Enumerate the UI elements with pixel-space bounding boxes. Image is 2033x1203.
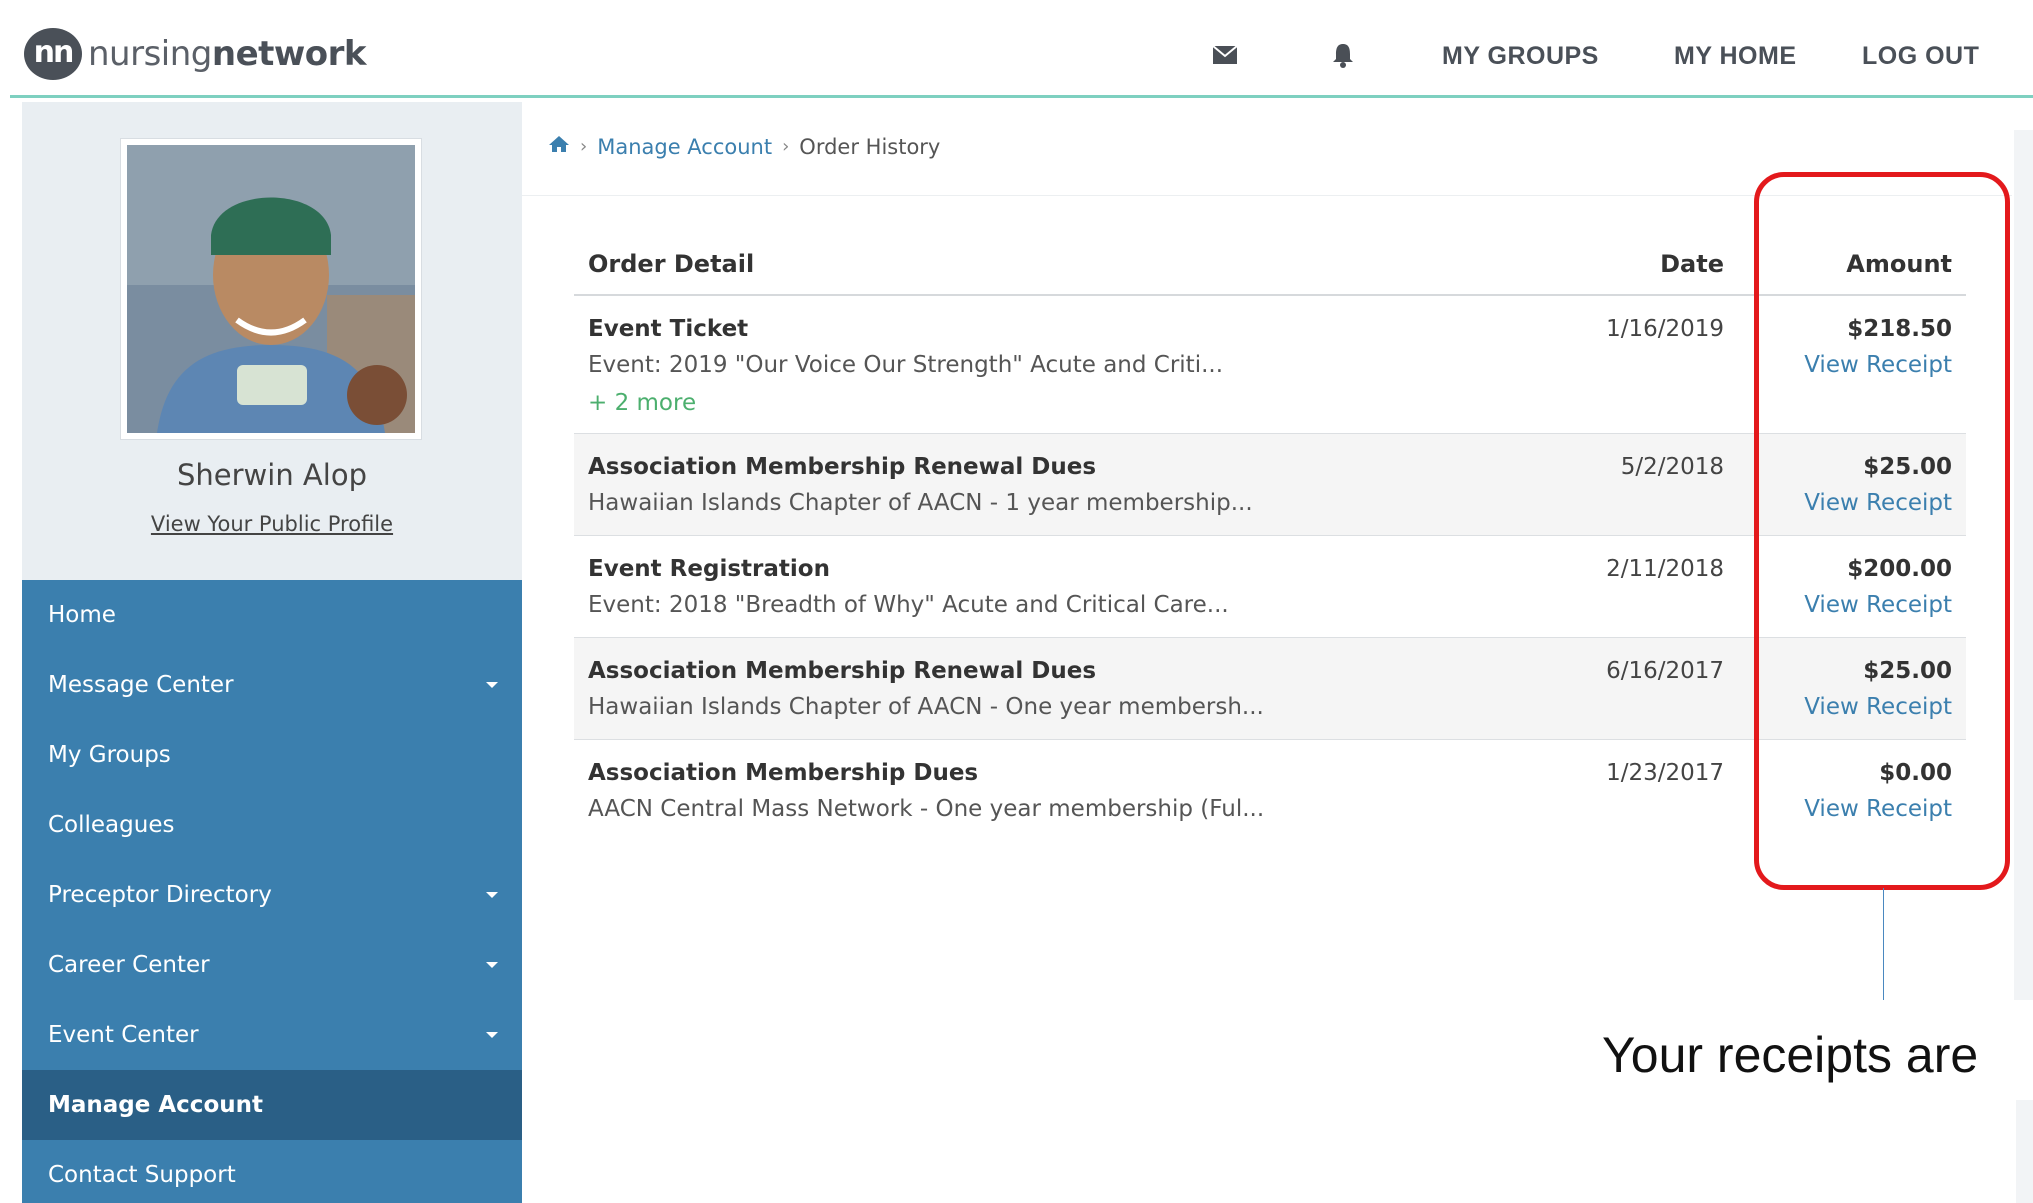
header-order-detail: Order Detail <box>588 250 755 278</box>
sidebar: Sherwin Alop View Your Public Profile Ho… <box>22 102 522 1203</box>
home-icon[interactable] <box>548 134 570 159</box>
sidebar-item-label: Message Center <box>48 672 234 698</box>
logo-text-light: nursing <box>88 34 212 74</box>
sidebar-item-message-center[interactable]: Message Center <box>22 650 522 720</box>
sidebar-item-preceptor-directory[interactable]: Preceptor Directory <box>22 860 522 930</box>
sidebar-item-label: Career Center <box>48 952 210 978</box>
breadcrumb: › Manage Account › Order History <box>548 134 940 159</box>
top-header: nn nursingnetwork MY GROUPS MY HOME LOG … <box>10 6 2033 98</box>
sidebar-item-home[interactable]: Home <box>22 580 522 650</box>
order-title: Association Membership Dues <box>588 760 979 786</box>
right-panel-edge <box>2014 130 2033 1000</box>
order-title: Association Membership Renewal Dues <box>588 658 1097 684</box>
chevron-down-icon[interactable] <box>486 1032 498 1038</box>
sidebar-item-label: Event Center <box>48 1022 199 1048</box>
order-date: 5/2/2018 <box>1620 454 1724 480</box>
chevron-down-icon[interactable] <box>486 682 498 688</box>
sidebar-item-label: Contact Support <box>48 1162 236 1188</box>
callout-line <box>1883 888 1884 1000</box>
nav-log-out[interactable]: LOG OUT <box>1862 42 1979 71</box>
sidebar-menu: Home Message Center My Groups Colleagues… <box>22 580 522 1203</box>
order-desc: Event: 2018 "Breadth of Why" Acute and C… <box>588 592 1229 618</box>
order-date: 1/23/2017 <box>1606 760 1724 786</box>
order-desc: Hawaiian Islands Chapter of AACN - 1 yea… <box>588 490 1253 516</box>
order-date: 1/16/2019 <box>1606 316 1724 342</box>
sidebar-item-label: Home <box>48 602 116 628</box>
sidebar-item-contact-support[interactable]: Contact Support <box>22 1140 522 1203</box>
sidebar-item-career-center[interactable]: Career Center <box>22 930 522 1000</box>
envelope-icon[interactable] <box>1210 42 1240 68</box>
profile-name: Sherwin Alop <box>177 458 367 492</box>
avatar <box>127 145 415 433</box>
avatar-frame[interactable] <box>120 138 422 440</box>
order-date: 6/16/2017 <box>1606 658 1724 684</box>
breadcrumb-separator: › <box>782 136 790 157</box>
right-panel-edge-lower <box>2016 1100 2033 1203</box>
view-public-profile-link[interactable]: View Your Public Profile <box>22 512 522 536</box>
logo-text-bold: network <box>211 34 367 74</box>
order-title: Association Membership Renewal Dues <box>588 454 1097 480</box>
nav-my-home[interactable]: MY HOME <box>1674 42 1797 71</box>
sidebar-item-manage-account[interactable]: Manage Account <box>22 1070 522 1140</box>
brand-logo[interactable]: nn nursingnetwork <box>24 28 367 80</box>
order-desc: Hawaiian Islands Chapter of AACN - One y… <box>588 694 1264 720</box>
bell-icon[interactable] <box>1328 42 1358 68</box>
sidebar-item-colleagues[interactable]: Colleagues <box>22 790 522 860</box>
sidebar-item-event-center[interactable]: Event Center <box>22 1000 522 1070</box>
order-date: 2/11/2018 <box>1606 556 1724 582</box>
breadcrumb-separator: › <box>580 136 588 157</box>
breadcrumb-manage-account[interactable]: Manage Account <box>597 135 772 159</box>
sidebar-item-label: Preceptor Directory <box>48 882 272 908</box>
more-items-link[interactable]: + 2 more <box>588 390 696 416</box>
chevron-down-icon[interactable] <box>486 962 498 968</box>
avatar-photo <box>127 145 415 433</box>
sidebar-item-label: My Groups <box>48 742 171 768</box>
logo-mark: nn <box>24 28 82 80</box>
order-desc: Event: 2019 "Our Voice Our Strength" Acu… <box>588 352 1224 378</box>
header-date: Date <box>1660 250 1724 278</box>
callout-text: Your receipts are <box>1602 1027 1979 1083</box>
order-desc: AACN Central Mass Network - One year mem… <box>588 796 1265 822</box>
sidebar-item-label: Colleagues <box>48 812 175 838</box>
chevron-down-icon[interactable] <box>486 892 498 898</box>
breadcrumb-current: Order History <box>799 134 941 159</box>
order-title: Event Registration <box>588 556 830 582</box>
logo-text: nursingnetwork <box>88 34 367 74</box>
receipt-highlight-box <box>1754 172 2010 890</box>
nav-my-groups[interactable]: MY GROUPS <box>1442 42 1599 71</box>
sidebar-item-my-groups[interactable]: My Groups <box>22 720 522 790</box>
order-title: Event Ticket <box>588 316 749 342</box>
sidebar-item-label: Manage Account <box>48 1092 263 1118</box>
